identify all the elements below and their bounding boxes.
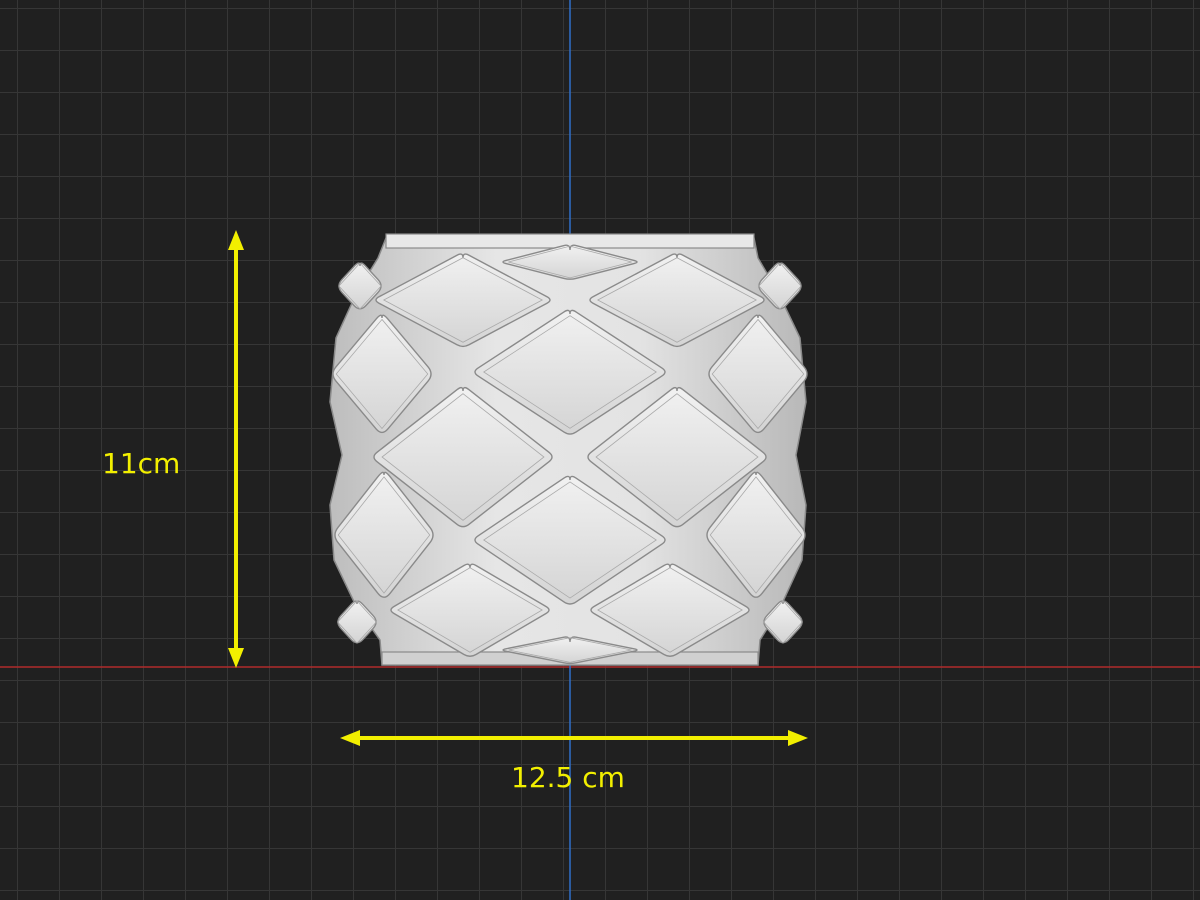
width-dimension-arrow xyxy=(340,730,808,746)
width-dimension-label: 12.5 cm xyxy=(511,761,625,794)
height-dimension-label: 11cm xyxy=(102,447,181,480)
faceted-vase-icon[interactable] xyxy=(329,233,808,666)
viewport-grid[interactable]: 11cm 12.5 cm xyxy=(0,0,1200,900)
height-dimension-arrow xyxy=(228,230,244,668)
